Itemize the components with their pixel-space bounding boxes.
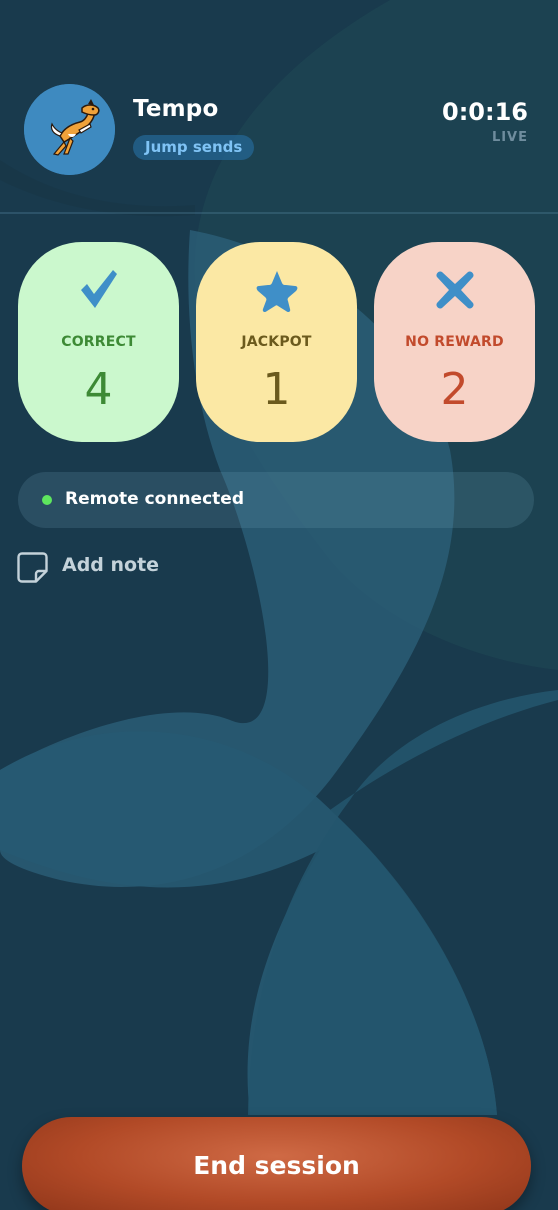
dog-avatar-icon	[24, 84, 115, 175]
skill-badge: Jump sends	[133, 135, 255, 160]
dog-avatar[interactable]	[24, 84, 115, 175]
session-timer: 0:0:16	[442, 98, 528, 126]
end-session-label: End session	[193, 1151, 360, 1180]
no-reward-label: NO REWARD	[405, 334, 504, 350]
check-icon	[77, 268, 121, 312]
remote-status-bar: Remote connected	[18, 472, 534, 528]
note-icon	[16, 551, 49, 584]
no-reward-count: 2	[440, 364, 469, 415]
session-screen: Tempo Jump sends 0:0:16 LIVE CORRECT 4 J…	[0, 0, 558, 1210]
x-icon	[433, 268, 477, 312]
no-reward-button[interactable]: NO REWARD 2	[374, 242, 535, 442]
header-divider	[0, 212, 558, 214]
star-icon	[255, 268, 299, 312]
jackpot-button[interactable]: JACKPOT 1	[196, 242, 357, 442]
correct-label: CORRECT	[61, 334, 136, 350]
correct-button[interactable]: CORRECT 4	[18, 242, 179, 442]
correct-count: 4	[84, 364, 113, 415]
remote-status-text: Remote connected	[65, 489, 244, 509]
jackpot-count: 1	[262, 364, 291, 415]
end-session-button[interactable]: End session	[22, 1117, 531, 1210]
connected-dot-icon	[42, 495, 52, 505]
add-note-button[interactable]: Add note	[16, 550, 176, 584]
live-status-label: LIVE	[491, 130, 528, 145]
add-note-label: Add note	[62, 554, 160, 576]
jackpot-label: JACKPOT	[241, 334, 312, 350]
dog-name: Tempo	[133, 96, 219, 122]
